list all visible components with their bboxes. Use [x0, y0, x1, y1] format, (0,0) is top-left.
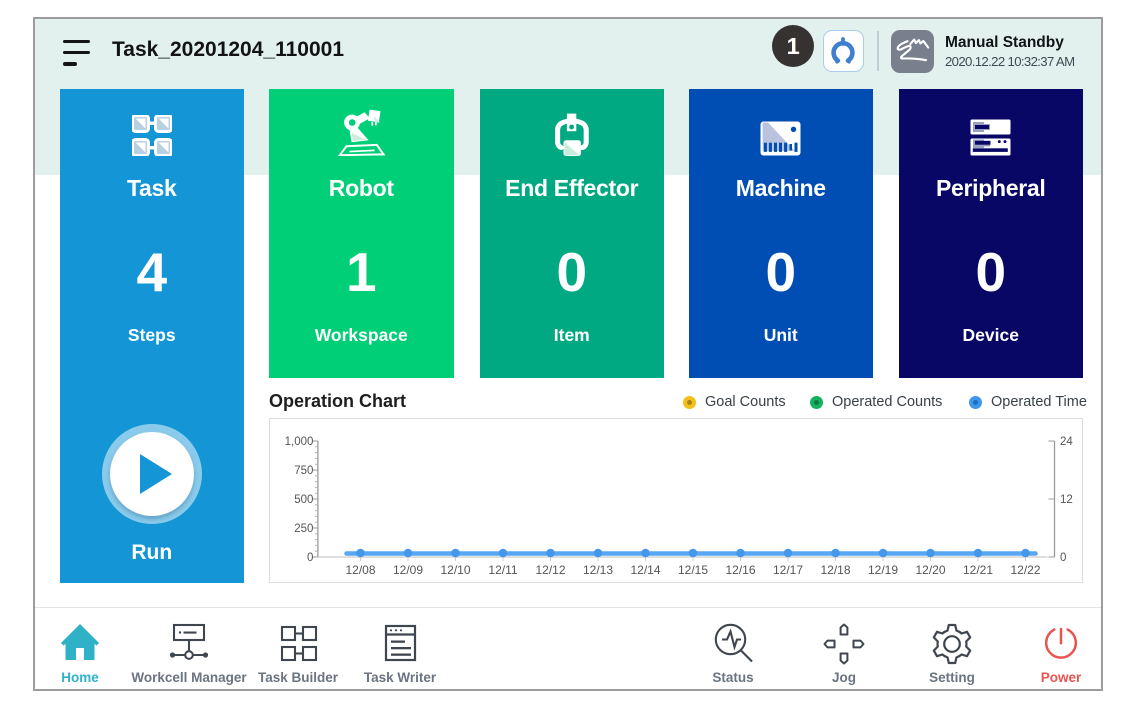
svg-text:12/12: 12/12 [535, 563, 565, 577]
svg-text:12/18: 12/18 [820, 563, 850, 577]
svg-text:250: 250 [294, 523, 313, 535]
svg-text:750: 750 [294, 465, 313, 477]
svg-text:12/15: 12/15 [677, 563, 707, 577]
svg-text:12/08: 12/08 [345, 563, 375, 577]
svg-text:0: 0 [1060, 552, 1066, 564]
svg-text:500: 500 [294, 494, 313, 506]
svg-text:1,000: 1,000 [284, 436, 313, 448]
svg-text:12/16: 12/16 [725, 563, 755, 577]
svg-text:12/13: 12/13 [582, 563, 612, 577]
svg-text:0: 0 [306, 552, 312, 564]
svg-text:12/14: 12/14 [630, 563, 660, 577]
svg-text:12/22: 12/22 [1010, 563, 1040, 577]
svg-text:12/11: 12/11 [488, 563, 517, 577]
svg-text:24: 24 [1060, 436, 1073, 448]
svg-text:12/17: 12/17 [772, 563, 802, 577]
svg-text:12: 12 [1060, 494, 1073, 506]
svg-text:12/20: 12/20 [915, 563, 945, 577]
svg-text:12/09: 12/09 [392, 563, 422, 577]
svg-text:12/19: 12/19 [867, 563, 897, 577]
svg-text:12/10: 12/10 [440, 563, 470, 577]
svg-text:12/21: 12/21 [962, 563, 992, 577]
